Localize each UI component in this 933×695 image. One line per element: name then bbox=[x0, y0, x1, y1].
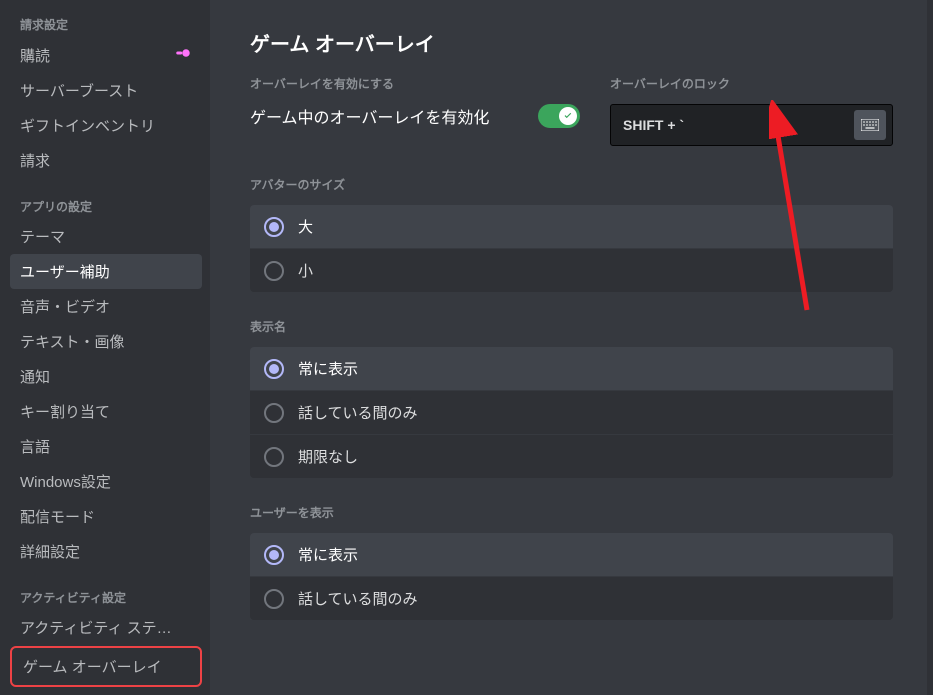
keybind-value: SHIFT + ` bbox=[623, 117, 684, 133]
sidebar-item-advanced[interactable]: 詳細設定 bbox=[10, 534, 202, 569]
show-users-option-speaking[interactable]: 話している間のみ bbox=[250, 577, 893, 620]
radio-label: 小 bbox=[298, 260, 313, 281]
sidebar-item-gift-inventory[interactable]: ギフトインベントリ bbox=[10, 108, 202, 143]
sidebar-item-keybinds[interactable]: キー割り当て bbox=[10, 394, 202, 429]
sidebar-item-game-overlay[interactable]: ゲーム オーバーレイ bbox=[13, 649, 199, 684]
toggle-knob bbox=[559, 107, 577, 125]
radio-label: 常に表示 bbox=[298, 544, 358, 565]
sidebar-item-billing[interactable]: 請求 bbox=[10, 143, 202, 178]
radio-label: 話している間のみ bbox=[298, 588, 418, 609]
sidebar-item-label: 音声・ビデオ bbox=[20, 296, 110, 317]
sidebar-item-label: 請求 bbox=[20, 150, 50, 171]
nitro-icon bbox=[174, 44, 192, 66]
overlay-lock-keybind[interactable]: SHIFT + ` bbox=[610, 104, 893, 146]
sidebar-item-label: 購読 bbox=[20, 45, 50, 66]
overlay-lock-header: オーバーレイのロック bbox=[610, 75, 893, 92]
sidebar-item-activity-status[interactable]: アクティビティ ステ… bbox=[10, 610, 202, 645]
avatar-size-header: アバターのサイズ bbox=[250, 176, 893, 193]
sidebar-item-subscription[interactable]: 購読 bbox=[10, 37, 202, 73]
sidebar-item-language[interactable]: 言語 bbox=[10, 429, 202, 464]
radio-label: 大 bbox=[298, 216, 313, 237]
radio-icon bbox=[264, 403, 284, 423]
radio-icon bbox=[264, 217, 284, 237]
page-title: ゲーム オーバーレイ bbox=[250, 28, 893, 57]
section-header-activity: アクティビティ設定 bbox=[10, 583, 202, 610]
section-header-billing: 請求設定 bbox=[10, 10, 202, 37]
radio-label: 話している間のみ bbox=[298, 402, 418, 423]
radio-label: 常に表示 bbox=[298, 358, 358, 379]
show-users-option-always[interactable]: 常に表示 bbox=[250, 533, 893, 577]
annotation-highlight: ゲーム オーバーレイ bbox=[10, 646, 202, 687]
sidebar-item-label: Windows設定 bbox=[20, 471, 111, 492]
sidebar-item-label: アクティビティ ステ… bbox=[20, 617, 172, 638]
display-name-header: 表示名 bbox=[250, 318, 893, 335]
enable-overlay-label: ゲーム中のオーバーレイを有効化 bbox=[250, 104, 489, 128]
enable-overlay-header: オーバーレイを有効にする bbox=[250, 75, 580, 92]
avatar-size-option-large[interactable]: 大 bbox=[250, 205, 893, 249]
keyboard-icon bbox=[861, 119, 879, 131]
show-users-radio-group: 常に表示 話している間のみ bbox=[250, 533, 893, 620]
enable-overlay-toggle[interactable] bbox=[538, 104, 580, 128]
sidebar-item-streamer-mode[interactable]: 配信モード bbox=[10, 499, 202, 534]
sidebar-item-server-boost[interactable]: サーバーブースト bbox=[10, 73, 202, 108]
section-header-app: アプリの設定 bbox=[10, 192, 202, 219]
display-name-option-always[interactable]: 常に表示 bbox=[250, 347, 893, 391]
settings-sidebar: 請求設定 購読 サーバーブースト ギフトインベントリ 請求 アプリの設定 テーマ… bbox=[0, 0, 210, 695]
sidebar-item-label: テーマ bbox=[20, 226, 65, 247]
radio-icon bbox=[264, 589, 284, 609]
sidebar-item-label: 配信モード bbox=[20, 506, 95, 527]
sidebar-item-text-image[interactable]: テキスト・画像 bbox=[10, 324, 202, 359]
sidebar-item-notifications[interactable]: 通知 bbox=[10, 359, 202, 394]
sidebar-item-label: テキスト・画像 bbox=[20, 331, 125, 352]
sidebar-item-windows-settings[interactable]: Windows設定 bbox=[10, 464, 202, 499]
sidebar-item-theme[interactable]: テーマ bbox=[10, 219, 202, 254]
sidebar-item-label: 言語 bbox=[20, 436, 50, 457]
avatar-size-radio-group: 大 小 bbox=[250, 205, 893, 292]
sidebar-item-accessibility[interactable]: ユーザー補助 bbox=[10, 254, 202, 289]
sidebar-item-voice-video[interactable]: 音声・ビデオ bbox=[10, 289, 202, 324]
avatar-size-option-small[interactable]: 小 bbox=[250, 249, 893, 292]
display-name-option-none[interactable]: 期限なし bbox=[250, 435, 893, 478]
radio-label: 期限なし bbox=[298, 446, 358, 467]
radio-icon bbox=[264, 261, 284, 281]
sidebar-item-label: キー割り当て bbox=[20, 401, 110, 422]
sidebar-item-label: ギフトインベントリ bbox=[20, 115, 155, 136]
display-name-option-speaking[interactable]: 話している間のみ bbox=[250, 391, 893, 435]
sidebar-item-label: 詳細設定 bbox=[20, 541, 80, 562]
settings-content: ゲーム オーバーレイ オーバーレイを有効にする ゲーム中のオーバーレイを有効化 … bbox=[210, 0, 933, 695]
radio-icon bbox=[264, 447, 284, 467]
sidebar-item-label: 通知 bbox=[20, 366, 50, 387]
check-icon bbox=[562, 110, 574, 122]
sidebar-item-label: ゲーム オーバーレイ bbox=[23, 656, 162, 677]
keybind-record-button[interactable] bbox=[854, 110, 886, 140]
radio-icon bbox=[264, 545, 284, 565]
radio-icon bbox=[264, 359, 284, 379]
sidebar-item-label: ユーザー補助 bbox=[20, 261, 110, 282]
sidebar-item-label: サーバーブースト bbox=[20, 80, 138, 101]
display-name-radio-group: 常に表示 話している間のみ 期限なし bbox=[250, 347, 893, 478]
show-users-header: ユーザーを表示 bbox=[250, 504, 893, 521]
